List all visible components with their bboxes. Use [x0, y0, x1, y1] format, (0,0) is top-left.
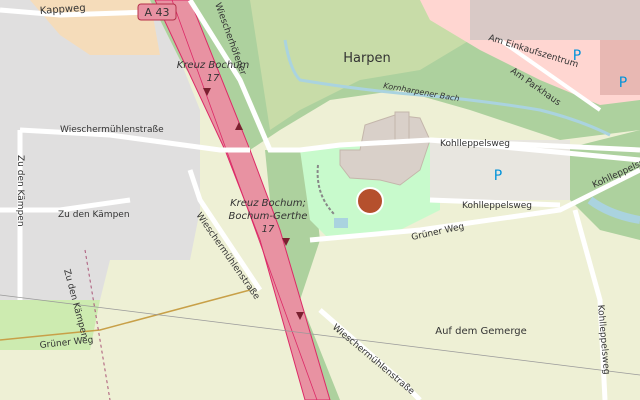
junction-label-line1: Kreuz Bochum;	[230, 198, 306, 209]
street-label-kohlleppelsweg-1: Kohlleppelsweg	[440, 139, 510, 149]
parking-icon: P	[573, 48, 581, 64]
junction-number-kreuz-bochum: 17	[207, 73, 220, 84]
building-tower	[394, 111, 410, 143]
place-label-harpen: Harpen	[343, 51, 391, 66]
street-label-zu-den-kaempen-2: Zu den Kämpen	[58, 210, 130, 220]
street-label-kohlleppelsweg-2: Kohlleppelsweg	[462, 201, 532, 211]
parking-icon: P	[619, 75, 627, 91]
junction-number-bochum-gerthe: 17	[262, 224, 275, 235]
street-label-wieschermuehlen-1: Wieschermühlenstraße	[60, 125, 164, 135]
parking-icon: P	[494, 168, 502, 184]
pool	[334, 218, 348, 228]
place-label-auf-dem-gemerge: Auf dem Gemerge	[435, 326, 527, 337]
street-label-zu-den-kaempen-1: Zu den Kämpen	[15, 155, 25, 227]
junction-label-line2: Bochum-Gerthe	[229, 211, 308, 222]
location-marker[interactable]	[356, 187, 384, 215]
junction-label-kreuz-bochum: Kreuz Bochum	[177, 60, 250, 71]
map-view[interactable]: A 43 Kappweg Wiescherhöfener Harpen Am E…	[0, 0, 640, 400]
map-canvas[interactable]: A 43 Kappweg Wiescherhöfener Harpen Am E…	[0, 0, 640, 400]
motorway-ref-label: A 43	[144, 6, 169, 19]
